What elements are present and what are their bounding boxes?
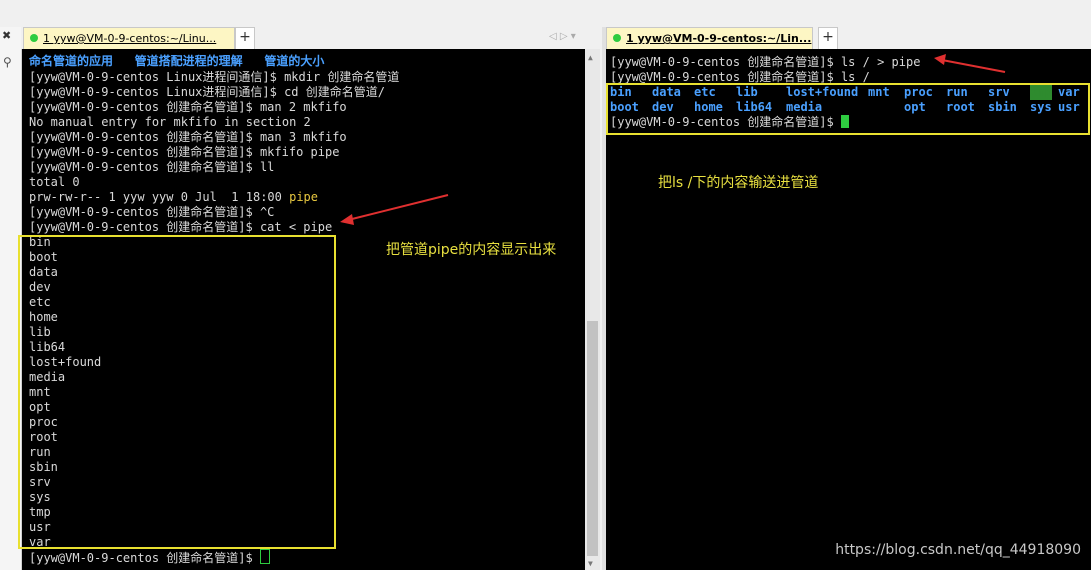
- arrow-left-icon: [340, 194, 449, 225]
- annotation-arrows: [340, 54, 1006, 225]
- watermark: https://blog.csdn.net/qq_44918090: [835, 542, 1081, 558]
- arrow-right-icon: [934, 54, 1006, 73]
